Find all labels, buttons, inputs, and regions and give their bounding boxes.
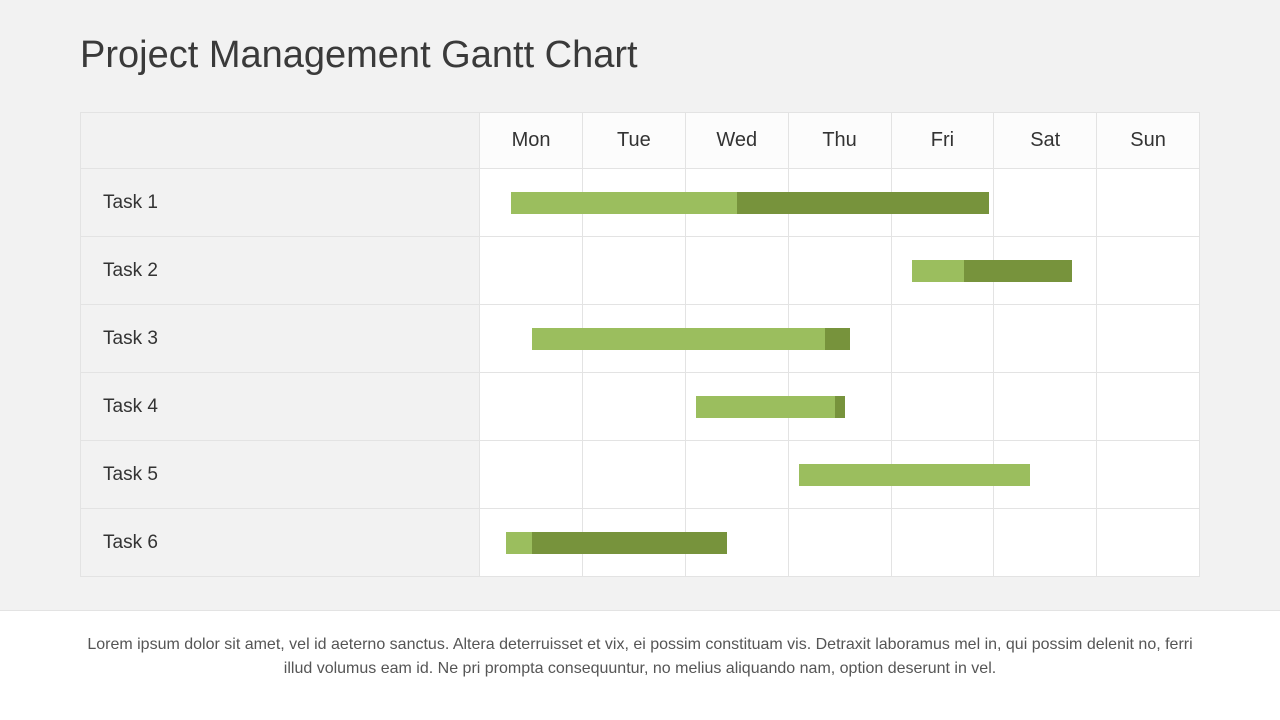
gantt-cell <box>1097 373 1200 441</box>
gantt-cell <box>583 169 686 237</box>
gantt-cell <box>788 169 891 237</box>
task-label: Task 5 <box>81 441 480 509</box>
gantt-body: Task 1Task 2Task 3Task 4Task 5Task 6 <box>81 169 1200 577</box>
gantt-cell <box>480 441 583 509</box>
gantt-cell <box>891 169 994 237</box>
gantt-row: Task 5 <box>81 441 1200 509</box>
gantt-row: Task 3 <box>81 305 1200 373</box>
gantt-cell <box>1097 305 1200 373</box>
day-header: Thu <box>788 113 891 169</box>
gantt-cell <box>480 237 583 305</box>
gantt-cell <box>994 373 1097 441</box>
gantt-cell <box>685 237 788 305</box>
gantt-corner-cell <box>81 113 480 169</box>
task-label: Task 4 <box>81 373 480 441</box>
gantt-cell <box>480 169 583 237</box>
day-header: Mon <box>480 113 583 169</box>
gantt-cell <box>788 441 891 509</box>
gantt-cell <box>1097 169 1200 237</box>
gantt-cell <box>583 509 686 577</box>
gantt-row: Task 4 <box>81 373 1200 441</box>
gantt-cell <box>891 509 994 577</box>
gantt-cell <box>583 373 686 441</box>
gantt-cell <box>1097 509 1200 577</box>
gantt-cell <box>583 305 686 373</box>
task-label: Task 1 <box>81 169 480 237</box>
task-label: Task 6 <box>81 509 480 577</box>
gantt-cell <box>788 509 891 577</box>
gantt-cell <box>480 305 583 373</box>
gantt-chart: Mon Tue Wed Thu Fri Sat Sun Task 1Task 2… <box>80 112 1200 577</box>
gantt-cell <box>891 305 994 373</box>
gantt-cell <box>788 373 891 441</box>
page-title: Project Management Gantt Chart <box>80 34 638 77</box>
gantt-cell <box>891 373 994 441</box>
gantt-cell <box>994 509 1097 577</box>
gantt-cell <box>685 509 788 577</box>
gantt-row: Task 1 <box>81 169 1200 237</box>
day-header: Wed <box>685 113 788 169</box>
gantt-cell <box>994 305 1097 373</box>
gantt-cell <box>891 237 994 305</box>
gantt-cell <box>788 237 891 305</box>
gantt-cell <box>480 509 583 577</box>
gantt-cell <box>685 441 788 509</box>
gantt-cell <box>583 441 686 509</box>
gantt-cell <box>994 237 1097 305</box>
gantt-cell <box>994 441 1097 509</box>
gantt-cell <box>891 441 994 509</box>
gantt-header-row: Mon Tue Wed Thu Fri Sat Sun <box>81 113 1200 169</box>
day-header: Sun <box>1097 113 1200 169</box>
gantt-cell <box>994 169 1097 237</box>
footer-text: Lorem ipsum dolor sit amet, vel id aeter… <box>0 610 1280 720</box>
gantt-cell <box>1097 237 1200 305</box>
gantt-row: Task 2 <box>81 237 1200 305</box>
task-label: Task 3 <box>81 305 480 373</box>
gantt-cell <box>480 373 583 441</box>
task-label: Task 2 <box>81 237 480 305</box>
gantt-cell <box>583 237 686 305</box>
day-header: Sat <box>994 113 1097 169</box>
gantt-cell <box>685 169 788 237</box>
gantt-bar-segment-light <box>506 532 532 554</box>
gantt-cell <box>788 305 891 373</box>
gantt-cell <box>1097 441 1200 509</box>
gantt-row: Task 6 <box>81 509 1200 577</box>
day-header: Fri <box>891 113 994 169</box>
slide: Project Management Gantt Chart Mon Tue W… <box>0 0 1280 720</box>
day-header: Tue <box>583 113 686 169</box>
gantt-cell <box>685 305 788 373</box>
gantt-cell <box>685 373 788 441</box>
